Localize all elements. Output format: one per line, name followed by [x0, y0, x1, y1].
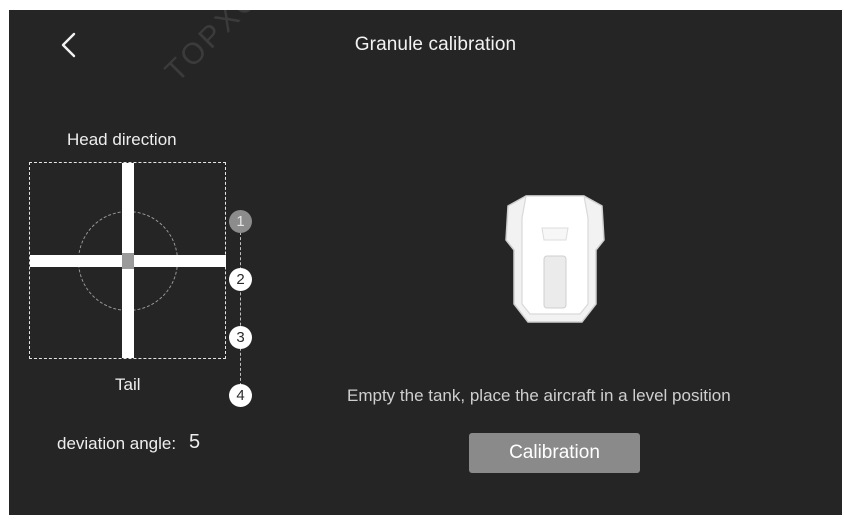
deviation-angle-value: 5 — [189, 431, 201, 453]
level-1[interactable]: 1 — [229, 210, 252, 233]
head-direction-label: Head direction — [67, 130, 177, 149]
calibration-button[interactable]: Calibration — [469, 433, 640, 473]
deviation-angle-label: deviation angle: — [57, 434, 177, 453]
level-track — [240, 222, 241, 396]
level-4[interactable]: 4 — [229, 384, 252, 407]
level-2[interactable]: 2 — [229, 268, 252, 291]
level-3[interactable]: 3 — [229, 326, 252, 349]
screen: TOPXGUN (ANJ) Granule calibration Head d… — [9, 10, 842, 515]
instruction-text: Empty the tank, place the aircraft in a … — [347, 386, 731, 405]
aircraft-icon — [505, 195, 605, 323]
center-marker — [122, 253, 134, 269]
page-title: Granule calibration — [354, 34, 517, 55]
tail-label: Tail — [115, 375, 141, 394]
